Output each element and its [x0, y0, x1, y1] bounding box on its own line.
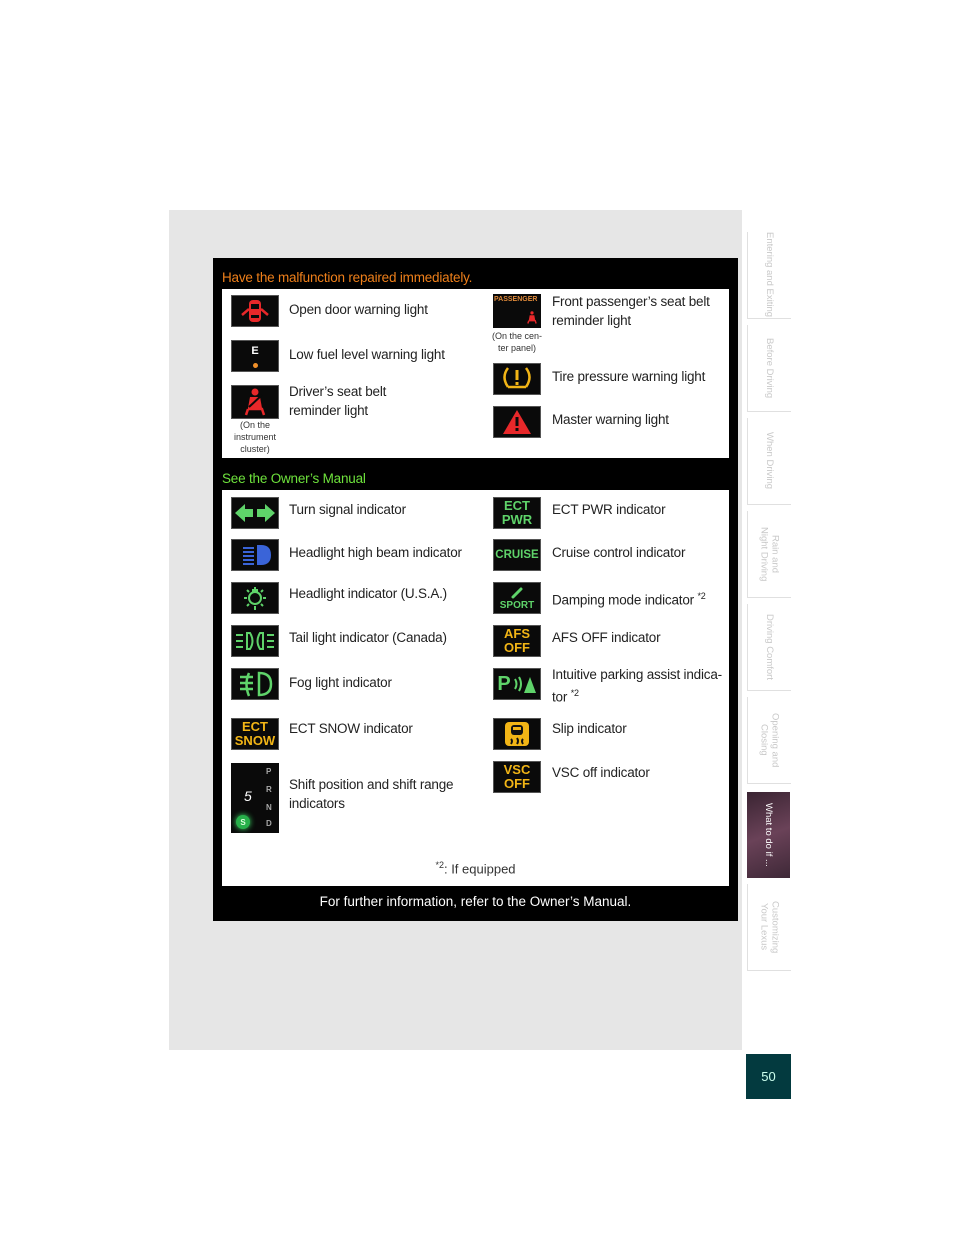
- low-fuel-icon: E: [231, 340, 279, 372]
- ect-snow-icon: ECT SNOW: [231, 718, 279, 750]
- cruise-icon: CRUISE: [493, 539, 541, 571]
- item-label: Tire pressure warning light: [552, 369, 706, 384]
- item-label: Open door warning light: [289, 302, 428, 317]
- section-repair-title: Have the malfunction repaired immediatel…: [222, 270, 473, 285]
- footer-note: For further information, refer to the Ow…: [319, 894, 632, 909]
- item-label: Damping mode indicator *2: [552, 591, 706, 608]
- afs-off-icon: AFS OFF: [493, 625, 541, 657]
- tab-before-driving[interactable]: Before Driving: [747, 325, 791, 412]
- damping-sport-icon: SPORT: [493, 582, 541, 614]
- item-label: VSC off indicator: [552, 765, 650, 780]
- item-label: ECT SNOW indicator: [289, 721, 413, 736]
- item-label: Intuitive parking assist indica- tor *2: [552, 667, 722, 705]
- item-label: Low fuel level warning light: [289, 347, 445, 362]
- item-label: Front passenger’s seat belt reminder lig…: [552, 294, 710, 328]
- tab-when-driving[interactable]: When Driving: [747, 418, 791, 505]
- item-label: Headlight indicator (U.S.A.): [289, 586, 447, 601]
- tab-driving-comfort[interactable]: Driving Comfort: [747, 604, 791, 691]
- tab-what-to-do-if[interactable]: What to do if ...: [747, 792, 790, 878]
- tab-rain-and-night-driving[interactable]: Rain and Night Driving: [747, 511, 791, 598]
- turn-signal-icon: [231, 497, 279, 529]
- master-warning-icon: [493, 406, 541, 438]
- shift-position-icon: 5 S P R N D: [231, 763, 279, 833]
- item-label: ECT PWR indicator: [552, 502, 666, 517]
- tab-entering-and-exiting[interactable]: Entering and Exiting: [747, 232, 791, 319]
- section-owners-manual-title: See the Owner’s Manual: [222, 471, 366, 486]
- vsc-off-icon: VSC OFF: [493, 761, 541, 793]
- page-number: 50: [746, 1054, 791, 1099]
- icon-note: (On the cen- ter panel): [491, 331, 543, 353]
- warning-lights-panel: Have the malfunction repaired immediatel…: [213, 258, 738, 921]
- repair-section-box: Open door warning light E Low fuel level…: [222, 289, 729, 458]
- footnote: *2: If equipped: [435, 860, 516, 877]
- high-beam-icon: [231, 539, 279, 571]
- item-label: Cruise control indicator: [552, 545, 686, 560]
- item-label: Tail light indicator (Canada): [289, 630, 447, 645]
- seat-belt-icon: [231, 385, 279, 419]
- item-label: Headlight high beam indicator: [289, 545, 462, 560]
- tab-customizing-your-lexus[interactable]: Customizing Your Lexus: [747, 884, 791, 971]
- owners-manual-section-box: Turn signal indicator Headlight high bea…: [222, 490, 729, 886]
- item-label: Turn signal indicator: [289, 502, 406, 517]
- headlight-icon: [231, 582, 279, 614]
- fog-light-icon: [231, 668, 279, 700]
- item-label: Slip indicator: [552, 721, 627, 736]
- item-label: Shift position and shift range indicator…: [289, 777, 454, 811]
- item-label: AFS OFF indicator: [552, 630, 661, 645]
- ect-pwr-icon: ECT PWR: [493, 497, 541, 529]
- tab-opening-and-closing[interactable]: Opening and Closing: [747, 697, 791, 784]
- tire-pressure-icon: [493, 363, 541, 395]
- item-label: Driver’s seat belt reminder light: [289, 384, 387, 418]
- slip-icon: [493, 718, 541, 750]
- tail-light-icon: [231, 625, 279, 657]
- passenger-seat-belt-icon: PASSENGER: [493, 294, 541, 328]
- item-label: Fog light indicator: [289, 675, 392, 690]
- open-door-icon: [231, 295, 279, 327]
- item-label: Master warning light: [552, 412, 669, 427]
- icon-note: (On the instrument cluster): [233, 420, 277, 454]
- parking-assist-icon: P: [493, 668, 541, 700]
